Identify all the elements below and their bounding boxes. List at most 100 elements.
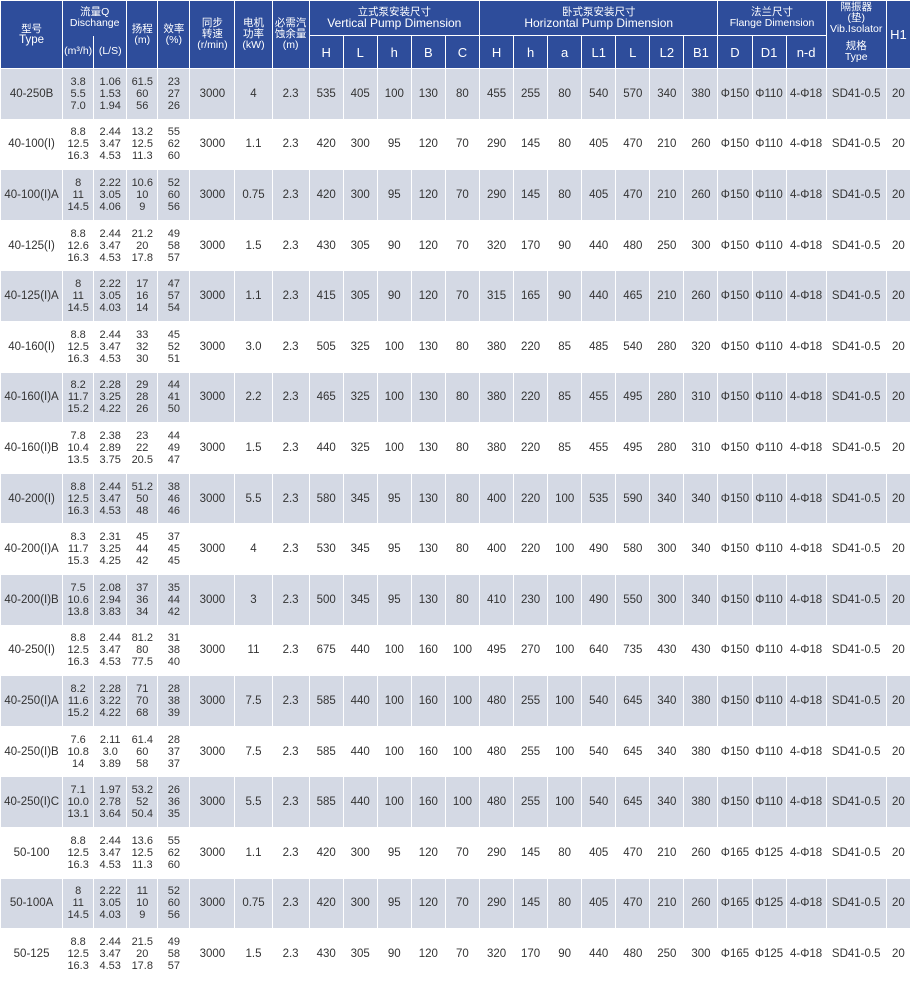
cell-flange-dim: Φ110 [751, 422, 787, 474]
cell-q: 8 11 14.5 [62, 877, 95, 930]
cell-ls: 2.38 2.89 3.75 [93, 422, 128, 474]
cell-horizontal-dim: 340 [683, 523, 719, 575]
cell-vertical-dim: 120 [410, 928, 446, 980]
cell-ls-value: 3.47 [99, 846, 121, 859]
cell-ls-value: 4.53 [99, 251, 121, 264]
cell-head: 13.6 12.5 11.3 [126, 826, 159, 879]
cell-flange-dim: 4-Φ18 [785, 523, 827, 575]
cell-horizontal-dim: 320 [478, 219, 515, 272]
col-isolator-type: 规格 Type [825, 35, 887, 69]
cell-horizontal-dim: 80 [547, 169, 583, 221]
cell-horizontal-dim: 300 [683, 928, 719, 980]
cell-horizontal-dim: 380 [683, 776, 719, 828]
cell-eff: 52 60 56 [157, 169, 191, 221]
cell-q: 8.3 11.7 15.3 [62, 523, 95, 575]
cell-vertical-dim: 80 [444, 68, 481, 120]
cell-q-value: 12.5 [67, 947, 89, 960]
cell-eff-value: 44 [167, 379, 180, 392]
cell-h1: 20 [885, 523, 911, 575]
cell-eff: 55 62 60 [157, 826, 191, 879]
cell-flange-dim: Φ110 [751, 776, 787, 828]
cell-horizontal-dim: 340 [649, 68, 685, 120]
cell-q-value: 14.5 [67, 200, 89, 213]
cell-horizontal-dim: 480 [478, 776, 515, 828]
cell-ls-value: 4.22 [99, 403, 121, 416]
cell-flange-dim: Φ150 [717, 573, 753, 626]
cell-head-value: 36 [136, 593, 149, 606]
cell-eff-value: 38 [167, 694, 180, 707]
col-f-D: D [717, 35, 753, 69]
cell-horizontal-dim: 90 [547, 928, 583, 980]
cell-isolator: SD41-0.5 [825, 68, 887, 120]
cell-speed: 3000 [189, 371, 236, 424]
cell-head: 33 32 30 [126, 320, 159, 373]
cell-eff-value: 56 [167, 200, 180, 213]
cell-horizontal-dim: 340 [649, 725, 685, 778]
cell-ls-value: 3.0 [102, 745, 118, 758]
cell-q-value: 8 [75, 278, 82, 291]
cell-q-value: 11.6 [67, 694, 89, 707]
cell-horizontal-dim: 280 [649, 422, 685, 474]
cell-head: 21.5 20 17.8 [126, 928, 159, 980]
cell-q-value: 3.8 [70, 75, 86, 88]
cell-ls-value: 3.89 [99, 757, 121, 770]
cell-head: 81.2 80 77.5 [126, 624, 159, 677]
cell-vertical-dim: 420 [308, 877, 344, 930]
cell-vertical-dim: 70 [444, 826, 481, 879]
cell-h1: 20 [885, 320, 911, 373]
cell-vertical-dim: 420 [308, 826, 344, 879]
cell-power: 11 [234, 624, 273, 677]
cell-flange-dim: Φ150 [717, 472, 753, 525]
cell-flange-dim: 4-Φ18 [785, 472, 827, 525]
cell-eff: 44 49 47 [157, 422, 191, 474]
cell-type: 40-250(I)A [0, 675, 64, 727]
cell-isolator: SD41-0.5 [825, 219, 887, 272]
cell-ls-value: 1.53 [99, 87, 121, 100]
cell-horizontal-dim: 495 [615, 371, 651, 424]
col-f-nd: n-d [785, 35, 827, 69]
cell-speed: 3000 [189, 523, 236, 575]
cell-horizontal-dim: 580 [615, 523, 651, 575]
cell-flange-dim: Φ165 [717, 928, 753, 980]
cell-head-value: 60 [136, 745, 149, 758]
cell-ls-value: 2.44 [99, 227, 121, 240]
cell-head-value: 61.5 [131, 75, 153, 88]
cell-vertical-dim: 300 [342, 118, 378, 171]
cell-ls-value: 2.08 [99, 581, 121, 594]
cell-horizontal-dim: 430 [649, 624, 685, 677]
cell-horizontal-dim: 280 [649, 320, 685, 373]
cell-q-value: 15.3 [67, 555, 89, 568]
cell-eff: 45 52 51 [157, 320, 191, 373]
cell-q-value: 15.2 [67, 706, 89, 719]
cell-eff-value: 60 [167, 150, 180, 163]
cell-vertical-dim: 325 [342, 422, 378, 474]
cell-head-value: 42 [136, 555, 149, 568]
cell-ls-value: 3.22 [99, 694, 121, 707]
cell-flange-dim: Φ110 [751, 320, 787, 373]
cell-eff: 49 58 57 [157, 219, 191, 272]
cell-horizontal-dim: 260 [683, 826, 719, 879]
cell-flange-dim: 4-Φ18 [785, 169, 827, 221]
cell-horizontal-dim: 400 [478, 472, 515, 525]
cell-horizontal-dim: 405 [581, 118, 617, 171]
cell-horizontal-dim: 145 [513, 826, 549, 879]
cell-head-value: 17.8 [131, 959, 153, 972]
cell-horizontal-dim: 405 [581, 169, 617, 221]
cell-vertical-dim: 325 [342, 320, 378, 373]
cell-power: 0.75 [234, 169, 273, 221]
cell-vertical-dim: 675 [308, 624, 344, 677]
cell-eff: 31 38 40 [157, 624, 191, 677]
cell-ls-value: 4.06 [99, 200, 121, 213]
cell-eff-value: 37 [167, 745, 180, 758]
cell-vertical-dim: 100 [376, 371, 412, 424]
cell-head-value: 34 [136, 605, 149, 618]
cell-eff-value: 41 [167, 391, 180, 404]
cell-horizontal-dim: 260 [683, 877, 719, 930]
cell-flange-dim: Φ110 [751, 624, 787, 677]
cell-vertical-dim: 70 [444, 270, 481, 322]
cell-speed: 3000 [189, 776, 236, 828]
table-row: 40-250(I)C 7.1 10.0 13.1 1.97 2.78 3.64 53.2 52 5… [0, 776, 911, 828]
cell-q-value: 10.4 [67, 441, 89, 454]
cell-ls-value: 2.44 [99, 480, 121, 493]
cell-vertical-dim: 440 [342, 624, 378, 677]
